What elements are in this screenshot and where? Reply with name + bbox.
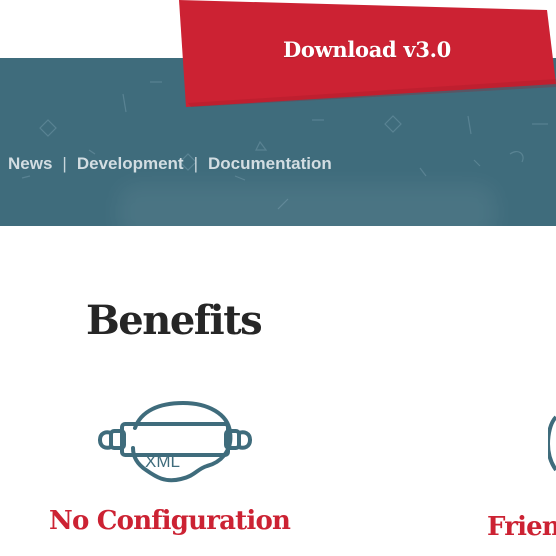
- download-button[interactable]: Download v3.0: [173, 0, 556, 107]
- download-button-label: Download v3.0: [283, 37, 451, 62]
- nav-development-link[interactable]: Development: [77, 154, 184, 174]
- benefit-title-no-configuration: No Configuration: [49, 506, 291, 536]
- benefit-title-partial: Frien: [487, 512, 556, 542]
- hero-soft-highlight: [118, 184, 496, 226]
- nav-separator: |: [62, 154, 67, 173]
- nav-news-link[interactable]: News: [8, 154, 52, 174]
- top-navigation: News | Development | Documentation: [8, 154, 332, 174]
- nav-separator: |: [193, 154, 199, 173]
- xml-icon-label: XML: [145, 452, 180, 471]
- page: Download v3.0 News | Development | Docum…: [0, 0, 556, 556]
- nav-documentation-link[interactable]: Documentation: [208, 154, 332, 174]
- rolling-pin-xml-icon: XML: [97, 400, 254, 484]
- benefits-heading: Benefits: [86, 297, 263, 344]
- partial-circle-icon: [548, 413, 556, 473]
